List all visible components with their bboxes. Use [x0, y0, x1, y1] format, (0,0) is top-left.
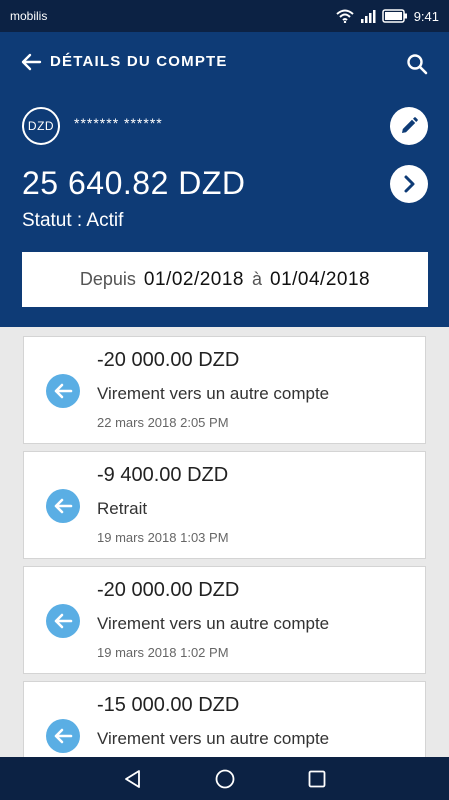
transaction-label: Virement vers un autre compte [97, 384, 330, 403]
transaction-amount: -9 400.00 DZD [97, 464, 229, 486]
transaction-list[interactable]: -20 000.00 DZD Virement vers un autre co… [0, 327, 449, 757]
arrow-left-icon[interactable] [20, 52, 42, 72]
transaction-amount: -20 000.00 DZD [97, 579, 240, 601]
system-nav-bar [0, 757, 449, 800]
search-icon[interactable] [405, 52, 429, 76]
transaction-card[interactable]: -9 400.00 DZD Retrait 19 mars 2018 1:03 … [23, 451, 426, 559]
account-next-button[interactable] [390, 165, 428, 203]
page-title: DÉTAILS DU COMPTE [50, 53, 228, 70]
transaction-amount: -15 000.00 DZD [97, 694, 240, 716]
account-status: Statut : Actif [22, 210, 124, 231]
edit-button[interactable] [390, 107, 428, 145]
status-bar: mobilis 9:41 [0, 0, 449, 32]
battery-icon [381, 9, 407, 23]
date-from-label: Depuis [79, 269, 136, 289]
transaction-label: Virement vers un autre compte [97, 729, 330, 748]
transaction-card[interactable]: -20 000.00 DZD Virement vers un autre co… [23, 336, 426, 444]
currency-badge: DZD [22, 107, 60, 145]
transaction-date: 22 mars 2018 2:05 PM [97, 415, 229, 430]
toolbar: DÉTAILS DU COMPTE [0, 32, 449, 92]
transaction-amount: -20 000.00 DZD [97, 349, 240, 371]
wifi-icon [336, 9, 354, 23]
back-triangle-icon[interactable] [122, 768, 144, 790]
pencil-icon [402, 117, 418, 133]
transaction-card[interactable]: -20 000.00 DZD Virement vers un autre co… [23, 566, 426, 674]
date-to: 01/04/2018 [270, 268, 371, 290]
recents-square-icon[interactable] [306, 768, 328, 790]
date-range-filter[interactable]: Depuis 01/02/2018 à 01/04/2018 [22, 252, 428, 307]
arrow-left-icon [46, 374, 80, 408]
arrow-left-icon [46, 604, 80, 638]
transaction-date: 19 mars 2018 1:02 PM [97, 645, 229, 660]
signal-icon [360, 10, 376, 23]
arrow-left-icon [46, 489, 80, 523]
arrow-left-icon [46, 719, 80, 753]
clock: 9:41 [413, 8, 439, 24]
transaction-label: Virement vers un autre compte [97, 614, 330, 633]
masked-account-number: ******* ****** [74, 115, 163, 131]
home-circle-icon[interactable] [214, 768, 236, 790]
transaction-label: Retrait [97, 499, 148, 518]
account-header: DÉTAILS DU COMPTE DZD ******* ****** 25 … [0, 32, 449, 327]
transaction-card[interactable]: -15 000.00 DZD Virement vers un autre co… [23, 681, 426, 757]
account-balance: 25 640.82 DZD [22, 165, 246, 201]
date-from: 01/02/2018 [143, 268, 244, 290]
date-to-label: à [252, 269, 263, 289]
carrier-name: mobilis [10, 9, 48, 23]
chevron-right-icon [404, 175, 415, 193]
transaction-date: 19 mars 2018 1:03 PM [97, 530, 229, 545]
status-icons: 9:41 [336, 9, 439, 24]
